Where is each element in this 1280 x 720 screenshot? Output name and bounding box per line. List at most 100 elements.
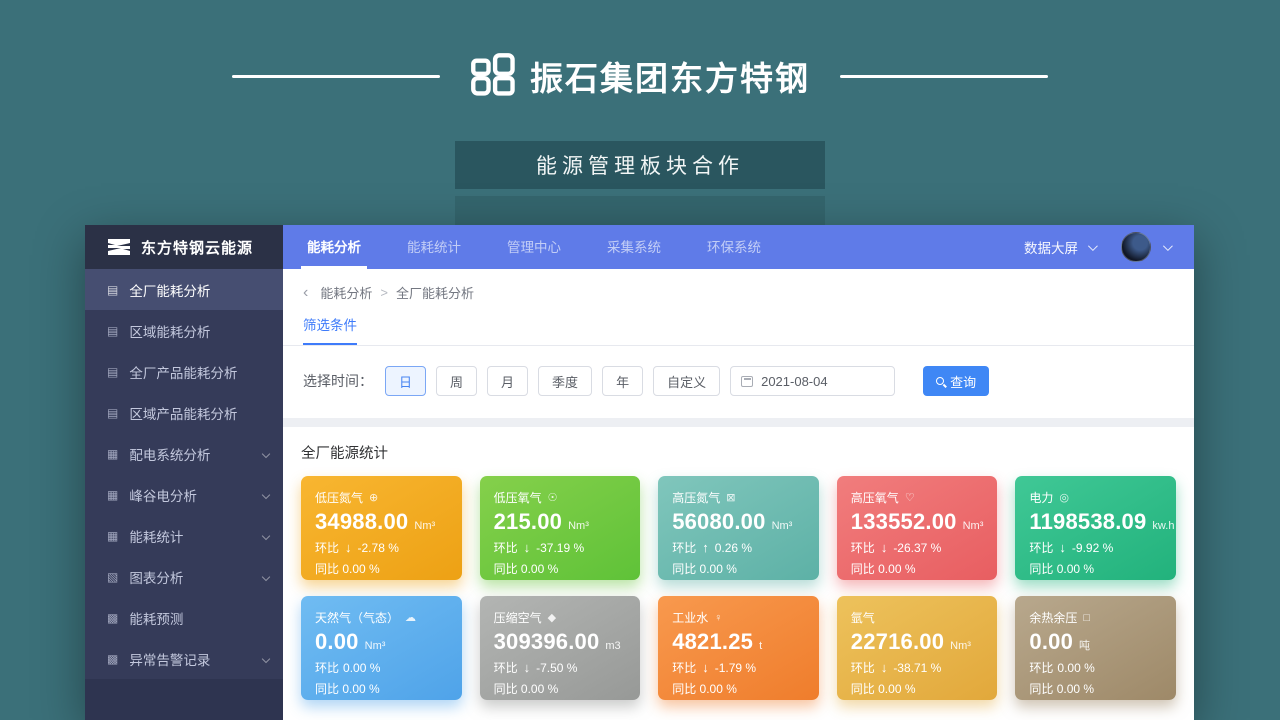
sidebar-item-alarm-records[interactable]: ▩ 异常告警记录	[85, 638, 283, 679]
card-mom-row: 环比↓-26.37 %	[851, 539, 984, 556]
sidebar-item-plant-product-energy[interactable]: ▤ 全厂产品能耗分析	[85, 351, 283, 392]
breadcrumb-current: 全厂能耗分析	[396, 283, 474, 302]
card-value: 34988.00	[315, 509, 408, 535]
time-option-year[interactable]: 年	[602, 366, 643, 396]
chevron-down-icon[interactable]	[1088, 241, 1098, 251]
time-option-month[interactable]: 月	[487, 366, 528, 396]
time-select-label: 选择时间：	[303, 371, 373, 391]
energy-stat-card: 电力◎1198538.09kw.h环比↓-9.92 %同比 0.00 %	[1015, 476, 1176, 580]
sidebar-item-peak-valley-power[interactable]: ▦ 峰谷电分析	[85, 474, 283, 515]
sidebar-item-label: 配电系统分析	[129, 444, 210, 464]
main-content: ‹ 能耗分析 > 全厂能耗分析 筛选条件 选择时间： 日 周 月 季度	[283, 269, 1194, 720]
alarm-icon: ▩	[107, 652, 118, 666]
energy-stat-card: 天然气（气态）☁0.00Nm³环比0.00 %同比 0.00 %	[301, 596, 462, 700]
card-yoy-row: 同比 0.00 %	[315, 560, 448, 577]
app-logo-cell[interactable]: 东方特钢云能源	[85, 225, 283, 269]
card-yoy-row: 同比 0.00 %	[672, 680, 805, 697]
arrow-down-icon: ↓	[1059, 540, 1066, 555]
breadcrumb-separator: >	[380, 285, 388, 300]
nav-tab-energy-statistics[interactable]: 能耗统计	[401, 225, 467, 269]
arrow-down-icon: ↓	[881, 540, 888, 555]
card-energy-name: 低压氧气☉	[494, 489, 627, 506]
chevron-down-icon	[262, 490, 270, 498]
meter-icon: ▤	[107, 324, 118, 338]
card-yoy-row: 同比 0.00 %	[1029, 560, 1162, 577]
card-value: 4821.25	[672, 629, 753, 655]
left-divider-line	[232, 75, 440, 78]
card-unit: 吨	[1079, 637, 1090, 653]
chevron-down-icon	[262, 449, 270, 457]
energy-type-icon: ☉	[548, 491, 558, 504]
nav-tab-collection-system[interactable]: 采集系统	[601, 225, 667, 269]
breadcrumb-parent[interactable]: 能耗分析	[320, 283, 372, 302]
sidebar-item-plant-energy-analysis[interactable]: ▤ 全厂能耗分析	[85, 269, 283, 310]
energy-stat-card: 高压氧气♡133552.00Nm³环比↓-26.37 %同比 0.00 %	[837, 476, 998, 580]
app-logo-text: 东方特钢云能源	[141, 237, 253, 258]
sidebar-item-energy-statistics[interactable]: ▦ 能耗统计	[85, 515, 283, 556]
energy-type-icon: ⊠	[726, 491, 735, 504]
energy-stat-card: 压缩空气◆309396.00m3环比↓-7.50 %同比 0.00 %	[480, 596, 641, 700]
card-unit: Nm³	[414, 520, 435, 532]
sidebar-item-label: 异常告警记录	[129, 649, 210, 669]
card-value: 56080.00	[672, 509, 765, 535]
card-unit: Nm³	[950, 640, 971, 652]
user-avatar[interactable]	[1121, 232, 1151, 262]
sidebar-item-region-product-energy[interactable]: ▤ 区域产品能耗分析	[85, 392, 283, 433]
subtitle-reflection	[455, 196, 825, 225]
data-screen-link[interactable]: 数据大屏	[1024, 237, 1078, 257]
date-picker-input[interactable]: 2021-08-04	[730, 366, 895, 396]
sidebar-item-power-distribution[interactable]: ▦ 配电系统分析	[85, 433, 283, 474]
card-unit: Nm³	[568, 520, 589, 532]
sidebar-item-label: 图表分析	[129, 567, 183, 587]
arrow-down-icon: ↓	[881, 660, 888, 675]
chevron-down-icon	[262, 654, 270, 662]
nav-tab-energy-analysis[interactable]: 能耗分析	[301, 225, 367, 269]
arrow-down-icon: ↓	[345, 540, 352, 555]
query-button-label: 查询	[950, 372, 976, 391]
card-mom-row: 环比↓-9.92 %	[1029, 539, 1162, 556]
meter-icon: ▤	[107, 365, 118, 379]
card-unit: Nm³	[365, 640, 386, 652]
card-unit: Nm³	[772, 520, 793, 532]
card-energy-name: 天然气（气态）☁	[315, 609, 448, 626]
time-option-day[interactable]: 日	[385, 366, 426, 396]
card-yoy-row: 同比 0.00 %	[315, 680, 448, 697]
date-value: 2021-08-04	[761, 374, 828, 389]
time-option-week[interactable]: 周	[436, 366, 477, 396]
nav-tab-environment-system[interactable]: 环保系统	[701, 225, 767, 269]
sidebar-item-label: 全厂能耗分析	[129, 280, 210, 300]
card-energy-name: 电力◎	[1029, 489, 1162, 506]
chevron-down-icon[interactable]	[1163, 241, 1173, 251]
energy-type-icon: ♡	[905, 491, 915, 504]
time-option-custom[interactable]: 自定义	[653, 366, 720, 396]
energy-type-icon: ☁	[405, 611, 416, 624]
breadcrumb: ‹ 能耗分析 > 全厂能耗分析	[283, 269, 1194, 312]
card-yoy-row: 同比 0.00 %	[851, 560, 984, 577]
card-unit: t	[759, 640, 762, 652]
energy-stat-card: 氩气22716.00Nm³环比↓-38.71 %同比 0.00 %	[837, 596, 998, 700]
card-yoy-row: 同比 0.00 %	[494, 560, 627, 577]
panel-icon: ▦	[107, 447, 118, 461]
card-value: 133552.00	[851, 509, 957, 535]
calendar-icon	[741, 376, 753, 387]
sidebar-item-chart-analysis[interactable]: ▧ 图表分析	[85, 556, 283, 597]
panel-icon: ▦	[107, 488, 118, 502]
panel-gap	[283, 418, 1194, 427]
energy-type-icon: ⊕	[369, 491, 378, 504]
card-energy-name: 压缩空气◆	[494, 609, 627, 626]
back-arrow-icon[interactable]: ‹	[303, 287, 308, 299]
card-unit: kw.h	[1152, 520, 1174, 532]
sidebar-item-region-energy-analysis[interactable]: ▤ 区域能耗分析	[85, 310, 283, 351]
card-mom-row: 环比↑0.26 %	[672, 539, 805, 556]
arrow-up-icon: ↑	[702, 540, 709, 555]
tab-filter-conditions[interactable]: 筛选条件	[303, 314, 357, 345]
card-value: 0.00	[315, 629, 359, 655]
nav-tab-management-center[interactable]: 管理中心	[501, 225, 567, 269]
query-button[interactable]: 查询	[923, 366, 989, 396]
card-energy-name: 工业水♀	[672, 609, 805, 626]
stats-panel: 全厂能源统计 低压氮气⊕34988.00Nm³环比↓-2.78 %同比 0.00…	[283, 427, 1194, 720]
time-option-quarter[interactable]: 季度	[538, 366, 592, 396]
sidebar-item-energy-forecast[interactable]: ▩ 能耗预测	[85, 597, 283, 638]
search-icon	[936, 377, 944, 385]
sidebar-item-label: 全厂产品能耗分析	[129, 362, 237, 382]
